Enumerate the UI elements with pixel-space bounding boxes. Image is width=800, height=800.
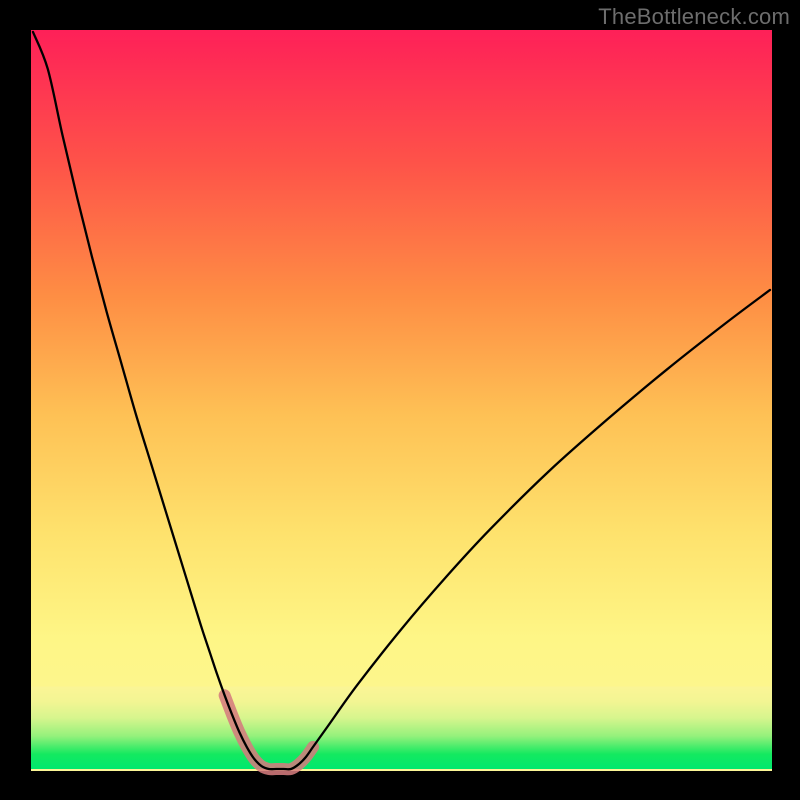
chart-container: TheBottleneck.com [0,0,800,800]
bottom-green-band [31,686,772,769]
plot-background [31,30,772,771]
bottleneck-curve-chart [0,0,800,800]
watermark-text: TheBottleneck.com [598,4,790,30]
